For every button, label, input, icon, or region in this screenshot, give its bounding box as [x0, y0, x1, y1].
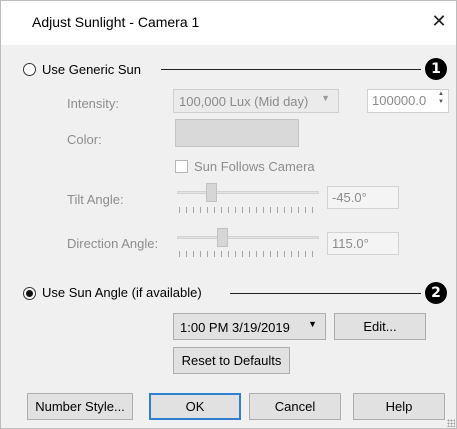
direction-slider-thumb[interactable]	[217, 228, 228, 247]
tilt-angle-label: Tilt Angle:	[67, 192, 124, 207]
chevron-down-icon: ▼	[308, 319, 317, 329]
direction-angle-field[interactable]: 115.0°	[327, 232, 399, 255]
direction-angle-value: 115.0°	[332, 236, 369, 251]
tilt-angle-value: -45.0°	[332, 190, 367, 205]
sun-follows-camera-label: Sun Follows Camera	[194, 159, 315, 174]
ok-button[interactable]: OK	[149, 393, 241, 420]
tilt-slider-ticks	[179, 207, 319, 213]
radio-selected-dot	[26, 290, 33, 297]
chevron-down-icon: ▼	[321, 93, 330, 103]
intensity-preset-value: 100,000 Lux (Mid day)	[179, 94, 309, 109]
intensity-preset-select[interactable]: 100,000 Lux (Mid day) ▼	[173, 89, 339, 113]
intensity-label: Intensity:	[67, 96, 120, 111]
callout-badge-1: 1	[425, 58, 447, 80]
direction-slider-track	[177, 236, 319, 239]
color-swatch[interactable]	[175, 119, 299, 147]
direction-angle-label: Direction Angle:	[67, 236, 159, 251]
adjust-sunlight-dialog: Adjust Sunlight - Camera 1 ✕ Use Generic…	[0, 0, 457, 429]
number-style-label: Number Style...	[35, 399, 125, 414]
cancel-label: Cancel	[274, 399, 316, 414]
tilt-slider-track	[177, 191, 319, 194]
generic-sun-radio[interactable]	[23, 63, 36, 76]
sun-angle-radio[interactable]	[23, 287, 36, 300]
sun-datetime-select[interactable]: 1:00 PM 3/19/2019 ▼	[173, 313, 326, 340]
help-button[interactable]: Help	[353, 393, 445, 420]
ok-label: OK	[185, 399, 205, 414]
direction-slider-ticks	[179, 251, 319, 257]
number-style-button[interactable]: Number Style...	[27, 393, 133, 420]
intensity-value: 100000.0	[372, 93, 427, 108]
intensity-value-spinner[interactable]: 100000.0 ▲ ▼	[367, 89, 449, 113]
color-label: Color:	[67, 132, 102, 147]
edit-button[interactable]: Edit...	[334, 313, 426, 340]
reset-to-defaults-button[interactable]: Reset to Defaults	[173, 347, 290, 374]
section-divider-sun-angle	[230, 293, 421, 294]
spinner-arrows-icon[interactable]: ▲ ▼	[436, 90, 446, 106]
tilt-slider-thumb[interactable]	[206, 183, 217, 202]
sun-angle-label[interactable]: Use Sun Angle (if available)	[42, 285, 202, 300]
resize-grip-icon[interactable]	[447, 419, 455, 427]
cancel-button[interactable]: Cancel	[249, 393, 341, 420]
title-bar: Adjust Sunlight - Camera 1 ✕	[1, 1, 456, 45]
generic-sun-label[interactable]: Use Generic Sun	[42, 62, 141, 77]
reset-to-defaults-label: Reset to Defaults	[181, 353, 282, 368]
edit-button-label: Edit...	[363, 319, 397, 334]
close-icon[interactable]: ✕	[429, 9, 449, 33]
tilt-angle-field[interactable]: -45.0°	[327, 186, 399, 209]
callout-badge-2: 2	[425, 282, 447, 304]
sun-follows-camera-checkbox[interactable]	[175, 160, 188, 173]
sun-datetime-value: 1:00 PM 3/19/2019	[180, 320, 290, 335]
window-title: Adjust Sunlight - Camera 1	[32, 14, 200, 30]
section-divider-generic	[161, 69, 421, 70]
help-label: Help	[385, 399, 413, 414]
